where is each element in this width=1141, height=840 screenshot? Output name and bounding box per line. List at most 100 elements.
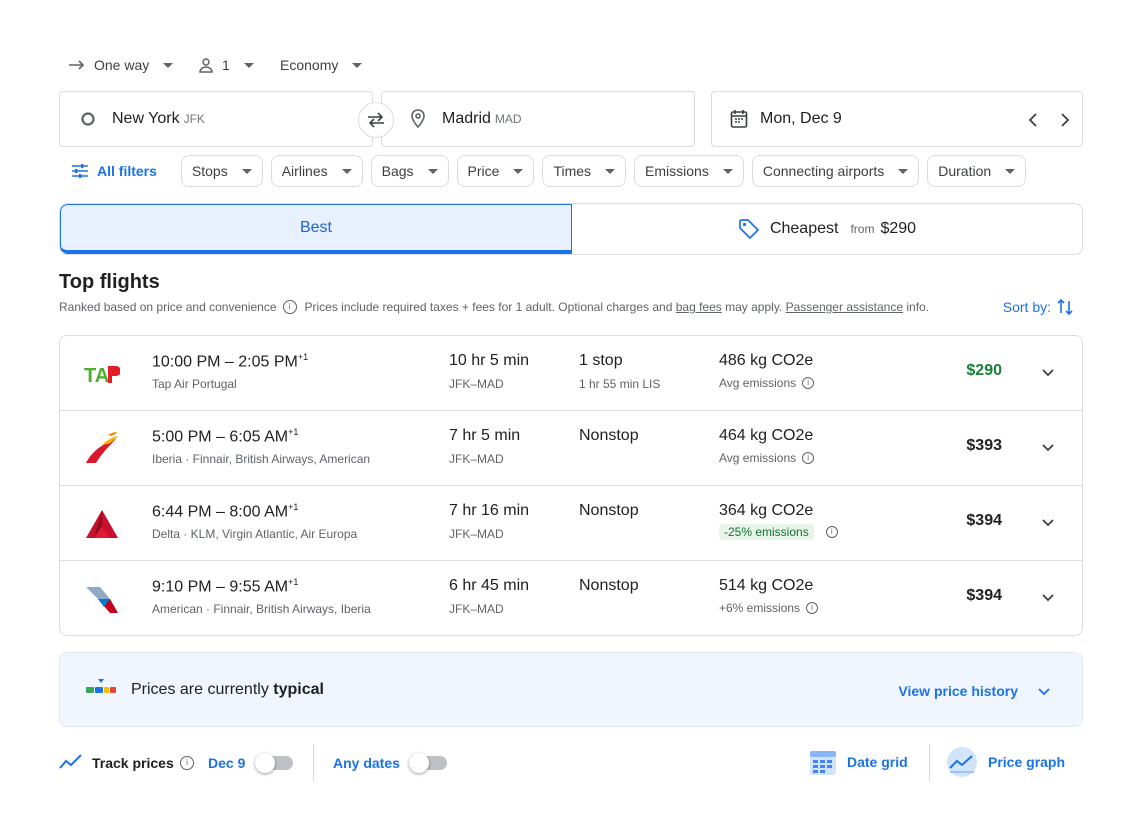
chevron-down-icon[interactable] bbox=[1036, 683, 1052, 699]
cabin-select[interactable]: Economy bbox=[280, 52, 363, 78]
swap-button[interactable] bbox=[358, 102, 394, 138]
filter-chip-stops[interactable]: Stops bbox=[180, 155, 263, 187]
info-icon[interactable]: i bbox=[806, 602, 819, 614]
destination-field[interactable]: Madrid MAD bbox=[381, 91, 695, 147]
caret-down-icon bbox=[341, 168, 352, 174]
info-icon[interactable]: i bbox=[180, 756, 194, 770]
sort-by-label: Sort by: bbox=[1002, 299, 1051, 315]
flight-row-american[interactable]: 9:10 PM – 9:55 AM+1 American · Finnair, … bbox=[60, 561, 1082, 635]
filter-bar: All filters Stops Airlines Bags Price Ti… bbox=[59, 155, 1027, 187]
plus-day: +1 bbox=[297, 352, 309, 362]
track-date-label: Dec 9 bbox=[208, 755, 246, 771]
emissions-info: Avg emissions i bbox=[719, 451, 815, 465]
flight-row-delta[interactable]: 6:44 PM – 8:00 AM+1 Delta · KLM, Virgin … bbox=[60, 486, 1082, 561]
chevron-down-icon[interactable] bbox=[1040, 364, 1056, 380]
flight-stops: Nonstop bbox=[579, 577, 639, 594]
caret-down-icon bbox=[163, 62, 174, 68]
info-suffix-text: info. bbox=[906, 300, 930, 314]
filter-chip-emissions[interactable]: Emissions bbox=[634, 155, 744, 187]
info-icon[interactable]: i bbox=[802, 377, 815, 389]
emissions-info: +6% emissions i bbox=[719, 601, 819, 615]
tab-best-label: Best bbox=[299, 218, 332, 236]
time-range: 5:00 PM – 6:05 AM bbox=[152, 428, 289, 446]
trip-type-label: One way bbox=[94, 57, 150, 73]
passenger-assistance-link[interactable]: Passenger assistance bbox=[786, 300, 903, 314]
info-icon[interactable]: i bbox=[825, 526, 838, 538]
filter-chip-bags[interactable]: Bags bbox=[370, 155, 449, 187]
date-grid-icon bbox=[810, 751, 836, 775]
flight-row-tap[interactable]: TA 10:00 PM – 2:05 PM+1 Tap Air Portugal… bbox=[60, 336, 1082, 411]
chevron-down-icon[interactable] bbox=[1040, 439, 1056, 455]
flight-price: $394 bbox=[966, 512, 1002, 529]
airline-name: American · Finnair, British Airways, Ibe… bbox=[152, 602, 371, 616]
caret-down-icon bbox=[241, 168, 252, 174]
chip-label: Times bbox=[553, 163, 592, 179]
chevron-left-icon[interactable] bbox=[1028, 112, 1038, 128]
filter-chip-airlines[interactable]: Airlines bbox=[270, 155, 363, 187]
tab-cheapest-from: from bbox=[850, 222, 875, 236]
plus-day: +1 bbox=[288, 577, 299, 587]
destination-city: Madrid bbox=[442, 110, 491, 127]
any-dates-toggle[interactable] bbox=[409, 753, 447, 773]
airline-name: Tap Air Portugal bbox=[152, 377, 237, 391]
ranked-text: Ranked based on price and convenience bbox=[59, 300, 277, 314]
price-insight-text: Prices are currently typical bbox=[131, 681, 324, 699]
chip-label: Duration bbox=[938, 163, 992, 179]
bag-fees-link[interactable]: bag fees bbox=[676, 300, 722, 314]
caret-down-icon bbox=[722, 168, 733, 174]
delta-logo-icon bbox=[86, 510, 118, 538]
origin-circle-icon bbox=[81, 112, 95, 126]
passengers-select[interactable]: 1 bbox=[198, 52, 254, 78]
date-grid-button[interactable]: Date grid bbox=[809, 746, 908, 778]
results-subline: Ranked based on price and convenience i … bbox=[59, 300, 929, 314]
prices-note: Prices include required taxes + fees for… bbox=[304, 300, 673, 314]
flight-stops: Nonstop bbox=[579, 427, 639, 444]
chip-label: Emissions bbox=[645, 163, 709, 179]
caret-down-icon bbox=[605, 168, 616, 174]
origin-code: JFK bbox=[183, 112, 205, 126]
caret-down-icon bbox=[427, 168, 438, 174]
sort-by-button[interactable]: Sort by: bbox=[1003, 298, 1073, 316]
price-tag-icon bbox=[739, 219, 759, 239]
emissions-badge: -25% emissions bbox=[719, 524, 814, 540]
filter-chip-times[interactable]: Times bbox=[542, 155, 627, 187]
flight-route: JFK–MAD bbox=[449, 452, 504, 466]
origin-field[interactable]: New York JFK bbox=[59, 91, 373, 147]
price-graph-button[interactable]: Price graph bbox=[946, 746, 1065, 778]
american-logo-icon bbox=[86, 587, 118, 613]
swap-arrows-icon bbox=[368, 112, 384, 128]
sort-arrows-icon bbox=[1057, 298, 1073, 316]
bottom-toolbar: Track prices i Dec 9 Any dates Date grid… bbox=[59, 744, 1083, 782]
flight-route: JFK–MAD bbox=[449, 527, 504, 541]
time-range: 9:10 PM – 9:55 AM bbox=[152, 578, 289, 596]
chevron-down-icon[interactable] bbox=[1040, 514, 1056, 530]
flight-row-iberia[interactable]: 5:00 PM – 6:05 AM+1 Iberia · Finnair, Br… bbox=[60, 411, 1082, 486]
trip-type-select[interactable]: One way bbox=[68, 52, 174, 78]
tab-cheapest[interactable]: Cheapest from $290 bbox=[572, 204, 1082, 254]
time-range: 6:44 PM – 8:00 AM bbox=[152, 503, 289, 521]
filter-chip-connecting-airports[interactable]: Connecting airports bbox=[751, 155, 920, 187]
price-insight-panel: Prices are currently typical View price … bbox=[59, 652, 1083, 727]
info-icon[interactable]: i bbox=[802, 452, 815, 464]
track-date-toggle[interactable] bbox=[255, 753, 293, 773]
tab-best[interactable]: Best bbox=[60, 204, 572, 254]
departure-date-field[interactable]: Mon, Dec 9 bbox=[711, 91, 1083, 147]
chip-label: Airlines bbox=[281, 163, 328, 179]
iberia-logo-icon bbox=[86, 432, 118, 463]
view-price-history-link[interactable]: View price history bbox=[898, 683, 1018, 699]
chip-label: Connecting airports bbox=[762, 163, 885, 179]
person-icon bbox=[199, 58, 213, 73]
all-filters-button[interactable]: All filters bbox=[59, 155, 169, 187]
divider bbox=[313, 744, 314, 782]
filter-chip-price[interactable]: Price bbox=[456, 155, 535, 187]
chevron-down-icon[interactable] bbox=[1040, 589, 1056, 605]
chevron-right-icon[interactable] bbox=[1060, 112, 1070, 128]
location-pin-icon bbox=[411, 109, 425, 129]
insight-prefix: Prices are currently bbox=[131, 681, 269, 698]
filter-chip-duration[interactable]: Duration bbox=[927, 155, 1027, 187]
flight-duration: 6 hr 45 min bbox=[449, 577, 530, 594]
calendar-icon bbox=[730, 110, 748, 128]
co2-value: 464 kg CO2e bbox=[719, 427, 814, 444]
info-icon[interactable]: i bbox=[282, 300, 297, 314]
emissions-info: Avg emissions i bbox=[719, 376, 815, 390]
